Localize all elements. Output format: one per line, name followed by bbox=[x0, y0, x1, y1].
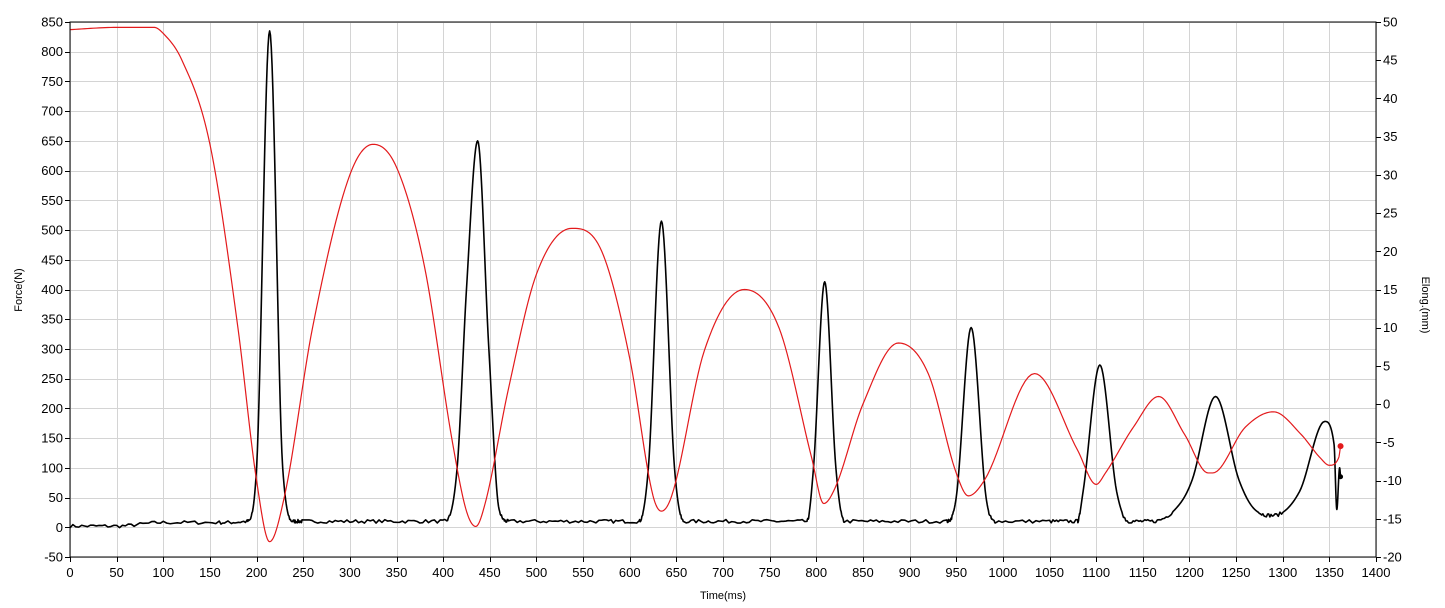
y-tick-label: 750 bbox=[41, 74, 63, 89]
x-tick-label: 0 bbox=[66, 565, 73, 580]
y-tick-label: 0 bbox=[56, 520, 63, 535]
x-tick-label: 450 bbox=[479, 565, 501, 580]
y-tick-label: 450 bbox=[41, 252, 63, 267]
x-tick-label: 1100 bbox=[1082, 565, 1110, 580]
x-axis-title: Time(ms) bbox=[700, 590, 746, 602]
y-tick-label: 600 bbox=[41, 163, 63, 178]
x-tick-label: 1350 bbox=[1315, 565, 1344, 580]
force-elongation-chart: 0 50 100 150 200 250 300 350 400 450 500 550 600 650 7… bbox=[13, 15, 1431, 603]
y2-tick-label: 25 bbox=[1383, 206, 1397, 221]
y-tick-label: 300 bbox=[41, 341, 63, 356]
x-tick-label: 300 bbox=[339, 565, 361, 580]
y-tick-label: 50 bbox=[49, 490, 63, 505]
elongation-series-line bbox=[69, 26, 1342, 543]
y2-tick-label: 50 bbox=[1383, 15, 1397, 30]
y-tick-label: 650 bbox=[41, 133, 63, 148]
y-tick-label: -50 bbox=[44, 550, 63, 565]
x-tick-label: 400 bbox=[432, 565, 454, 580]
x-tick-label: 200 bbox=[246, 565, 268, 580]
x-tick-label: 950 bbox=[945, 565, 967, 580]
y-tick-label: 700 bbox=[41, 104, 63, 119]
y2-tick-label: -10 bbox=[1383, 473, 1402, 488]
x-tick-label: 700 bbox=[712, 565, 734, 580]
x-tick-label: 550 bbox=[572, 565, 594, 580]
series-lines bbox=[69, 26, 1342, 543]
x-tick-label: 1000 bbox=[988, 565, 1017, 580]
y2-tick-label: 0 bbox=[1383, 397, 1390, 412]
x-tick-label: 1400 bbox=[1362, 565, 1391, 580]
y-axis-title: Force(N) bbox=[13, 268, 25, 311]
y2-tick-label: 20 bbox=[1383, 244, 1397, 259]
y-tick-label: 250 bbox=[41, 371, 63, 386]
elongation-end-marker bbox=[1337, 443, 1344, 450]
axis-ticks: 0 50 100 150 200 250 300 350 400 450 500 550 600 650 7… bbox=[41, 15, 1402, 581]
y-tick-label: 150 bbox=[41, 431, 63, 446]
y2-tick-label: -5 bbox=[1383, 435, 1395, 450]
y2-tick-label: -15 bbox=[1383, 511, 1402, 526]
x-tick-label: 1300 bbox=[1268, 565, 1297, 580]
y2-tick-label: 40 bbox=[1383, 91, 1397, 106]
y-tick-label: 850 bbox=[41, 15, 63, 30]
x-tick-label: 1150 bbox=[1129, 565, 1157, 580]
y2-tick-label: 15 bbox=[1383, 282, 1397, 297]
x-tick-label: 750 bbox=[759, 565, 781, 580]
y-tick-label: 200 bbox=[41, 401, 63, 416]
y2-tick-label: 10 bbox=[1383, 320, 1397, 335]
y-tick-label: 500 bbox=[41, 223, 63, 238]
y2-tick-label: 5 bbox=[1383, 358, 1390, 373]
y2-tick-label: 45 bbox=[1383, 53, 1397, 68]
x-tick-label: 500 bbox=[526, 565, 548, 580]
x-tick-label: 900 bbox=[899, 565, 921, 580]
x-tick-label: 600 bbox=[619, 565, 641, 580]
y-tick-label: 100 bbox=[41, 460, 63, 475]
y-tick-label: 350 bbox=[41, 312, 63, 327]
x-tick-label: 800 bbox=[805, 565, 827, 580]
force-series-line bbox=[69, 30, 1342, 529]
x-tick-label: 50 bbox=[109, 565, 123, 580]
y2-tick-label: -20 bbox=[1383, 550, 1402, 565]
x-tick-label: 1050 bbox=[1035, 565, 1064, 580]
y-tick-label: 400 bbox=[41, 282, 63, 297]
x-tick-label: 350 bbox=[386, 565, 408, 580]
y2-tick-label: 35 bbox=[1383, 129, 1397, 144]
force-end-marker bbox=[1338, 474, 1344, 480]
y-tick-label: 550 bbox=[41, 193, 63, 208]
x-tick-label: 150 bbox=[199, 565, 221, 580]
x-tick-label: 650 bbox=[666, 565, 688, 580]
x-tick-label: 100 bbox=[152, 565, 174, 580]
x-tick-label: 1250 bbox=[1222, 565, 1251, 580]
y-tick-label: 800 bbox=[41, 44, 63, 59]
x-tick-label: 850 bbox=[852, 565, 874, 580]
y2-tick-label: 30 bbox=[1383, 167, 1397, 182]
y2-axis-title: Elong.(mm) bbox=[1419, 277, 1431, 334]
x-tick-label: 250 bbox=[292, 565, 314, 580]
x-tick-label: 1200 bbox=[1175, 565, 1204, 580]
